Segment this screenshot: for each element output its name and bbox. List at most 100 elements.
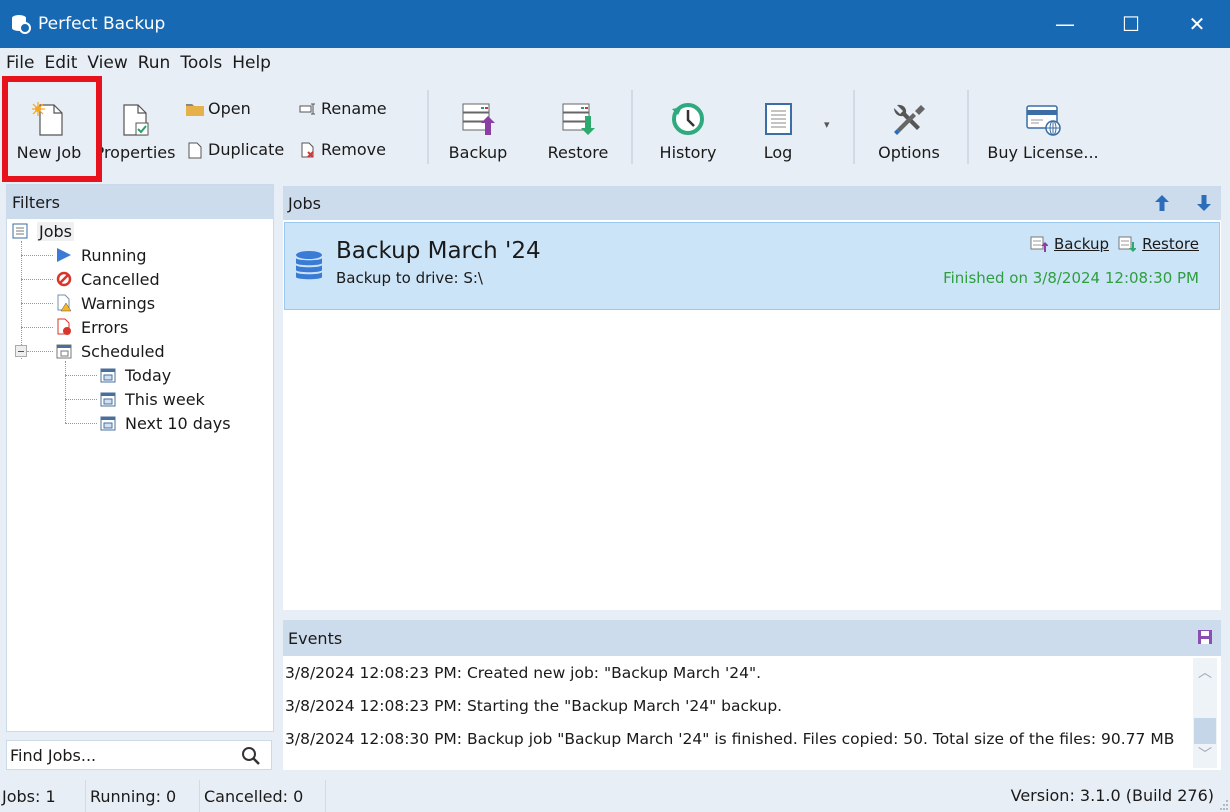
search-icon[interactable] <box>241 746 261 770</box>
menu-help[interactable]: Help <box>232 53 277 73</box>
calendar-icon <box>99 366 117 384</box>
rename-button[interactable]: Rename <box>299 99 387 118</box>
events-header-label: Events <box>288 628 343 648</box>
tree-item-errors[interactable]: Errors <box>55 315 128 339</box>
arrow-up-icon <box>1155 195 1169 211</box>
tree-label: Errors <box>81 317 129 337</box>
rename-label: Rename <box>321 99 387 118</box>
menu-run[interactable]: Run <box>138 53 177 73</box>
log-label: Log <box>763 143 793 162</box>
job-description: Backup to drive: S:\ <box>336 269 483 287</box>
tree-item-next-10-days[interactable]: Next 10 days <box>99 411 231 435</box>
job-restore-label: Restore <box>1142 235 1199 253</box>
tree-label: Next 10 days <box>125 413 231 433</box>
log-button[interactable]: Log <box>745 88 811 174</box>
buy-license-button[interactable]: Buy License... <box>985 88 1101 174</box>
calendar-icon <box>99 390 117 408</box>
restore-button[interactable]: Restore <box>540 88 616 174</box>
find-jobs-input[interactable] <box>10 745 230 765</box>
job-status: Finished on 3/8/2024 12:08:30 PM <box>943 269 1199 287</box>
events-scrollbar[interactable]: ︿ ﹀ <box>1193 658 1217 768</box>
maximize-button[interactable]: ☐ <box>1098 0 1164 48</box>
resize-grip-icon[interactable] <box>1218 800 1228 810</box>
scrollbar-thumb[interactable] <box>1194 718 1216 744</box>
chevron-down-icon: ▾ <box>824 118 830 131</box>
error-document-icon <box>55 318 73 336</box>
cancel-icon <box>55 270 73 288</box>
remove-icon <box>299 141 317 159</box>
log-dropdown-button[interactable]: ▾ <box>824 118 830 131</box>
event-line: 3/8/2024 12:08:30 PM: Backup job "Backup… <box>285 730 1175 748</box>
server-upload-icon <box>461 99 495 139</box>
copy-icon <box>186 141 204 159</box>
menu-bar: File Edit View Run Tools Help <box>0 48 1230 78</box>
window-title: Perfect Backup <box>38 14 166 34</box>
notebook-icon <box>763 99 793 139</box>
database-icon <box>295 250 323 286</box>
options-label: Options <box>878 143 940 162</box>
list-icon <box>11 222 29 240</box>
status-jobs: Jobs: 1 <box>0 780 86 812</box>
tree-item-scheduled[interactable]: Scheduled <box>55 339 165 363</box>
jobs-panel: Jobs Backup March '24 Backup to drive: S… <box>283 186 1221 610</box>
event-line: 3/8/2024 12:08:23 PM: Starting the "Back… <box>285 697 783 715</box>
new-job-label: New Job <box>16 143 82 162</box>
tree-label: Today <box>125 365 172 385</box>
options-button[interactable]: Options <box>870 88 948 174</box>
close-button[interactable]: ✕ <box>1164 0 1230 48</box>
status-bar: Jobs: 1 Running: 0 Cancelled: 0 Version:… <box>0 780 1230 812</box>
events-panel: Events 3/8/2024 12:08:23 PM: Created new… <box>283 620 1221 770</box>
status-version: Version: 3.1.0 (Build 276) <box>1010 786 1214 805</box>
toolbar-separator <box>967 90 969 164</box>
toolbar-separator <box>631 90 633 164</box>
collapse-toggle[interactable] <box>15 345 27 357</box>
rename-icon <box>299 100 317 118</box>
open-label: Open <box>208 99 251 118</box>
server-download-icon <box>561 99 595 139</box>
events-header: Events <box>283 620 1221 656</box>
calendar-icon <box>99 414 117 432</box>
warning-document-icon <box>55 294 73 312</box>
job-restore-link[interactable]: Restore <box>1118 235 1199 253</box>
remove-button[interactable]: Remove <box>299 140 386 159</box>
open-button[interactable]: Open <box>186 99 251 118</box>
tree-item-this-week[interactable]: This week <box>99 387 205 411</box>
scroll-up-icon[interactable]: ︿ <box>1193 660 1217 684</box>
job-backup-link[interactable]: Backup <box>1030 235 1109 253</box>
jobs-header: Jobs <box>283 186 1221 220</box>
properties-label: Properties <box>94 143 176 162</box>
database-sync-icon <box>10 13 32 35</box>
status-cancelled: Cancelled: 0 <box>200 780 326 812</box>
job-backup-label: Backup <box>1054 235 1109 253</box>
properties-button[interactable]: Properties <box>94 88 176 174</box>
move-up-button[interactable] <box>1151 192 1173 214</box>
duplicate-button[interactable]: Duplicate <box>186 140 284 159</box>
new-job-button[interactable]: New Job <box>10 88 88 174</box>
move-down-button[interactable] <box>1193 192 1215 214</box>
play-icon <box>55 246 73 264</box>
job-name: Backup March '24 <box>336 238 541 264</box>
job-item[interactable]: Backup March '24 Backup to drive: S:\ Ba… <box>284 222 1220 310</box>
tree-item-warnings[interactable]: Warnings <box>55 291 155 315</box>
find-jobs-field[interactable] <box>6 740 272 770</box>
filters-header: Filters <box>7 185 273 219</box>
menu-view[interactable]: View <box>87 53 133 73</box>
menu-tools[interactable]: Tools <box>180 53 228 73</box>
save-icon[interactable] <box>1197 629 1213 649</box>
history-label: History <box>659 143 717 162</box>
menu-edit[interactable]: Edit <box>44 53 83 73</box>
title-bar: Perfect Backup — ☐ ✕ <box>0 0 1230 48</box>
tree-item-jobs[interactable]: Jobs <box>11 219 74 243</box>
minimize-button[interactable]: — <box>1032 0 1098 48</box>
tree-item-today[interactable]: Today <box>99 363 171 387</box>
tree-item-cancelled[interactable]: Cancelled <box>55 267 160 291</box>
history-button[interactable]: History <box>650 88 726 174</box>
menu-file[interactable]: File <box>6 53 40 73</box>
scroll-down-icon[interactable]: ﹀ <box>1193 742 1217 766</box>
tree-item-running[interactable]: Running <box>55 243 147 267</box>
tree-label: Warnings <box>81 293 156 313</box>
tree-label: Cancelled <box>81 269 160 289</box>
tree-label: This week <box>125 389 205 409</box>
buy-license-label: Buy License... <box>987 143 1099 162</box>
backup-button[interactable]: Backup <box>440 88 516 174</box>
